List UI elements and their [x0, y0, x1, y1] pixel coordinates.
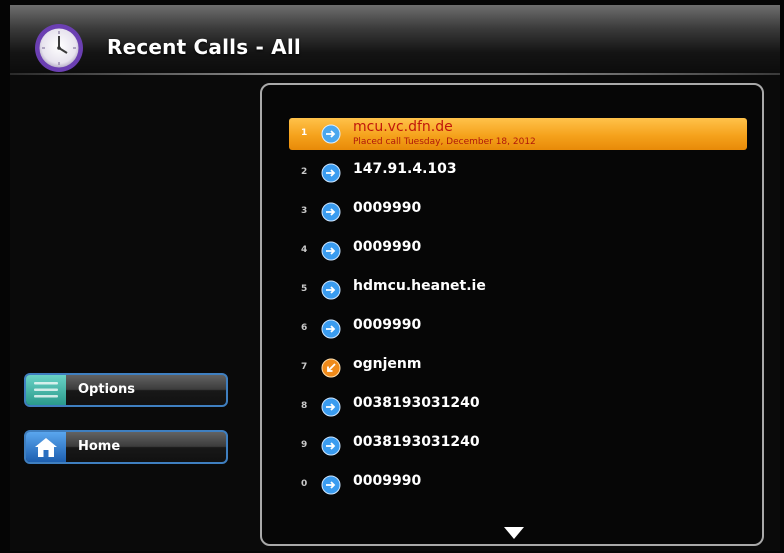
call-index: 8 — [301, 401, 308, 411]
call-name: 0009990 — [353, 239, 422, 255]
outgoing-call-icon — [321, 319, 341, 339]
outgoing-call-icon — [321, 475, 341, 495]
call-detail: Placed call Tuesday, December 18, 2012 — [353, 137, 536, 147]
page-title: Recent Calls - All — [107, 35, 301, 59]
call-row-1[interactable]: 1 mcu.vc.dfn.de Placed call Tuesday, Dec… — [289, 118, 747, 150]
call-index: 4 — [301, 245, 308, 255]
options-button-label: Options — [78, 382, 135, 397]
call-row-5[interactable]: 5 hdmcu.heanet.ie — [289, 274, 747, 306]
call-name: mcu.vc.dfn.de — [353, 119, 453, 135]
call-index: 5 — [301, 284, 308, 294]
call-index: 6 — [301, 323, 308, 333]
header-bar: Recent Calls - All — [10, 5, 780, 73]
outgoing-call-icon — [321, 163, 341, 183]
outgoing-call-icon — [321, 280, 341, 300]
recent-calls-list[interactable]: 1 mcu.vc.dfn.de Placed call Tuesday, Dec… — [260, 83, 764, 546]
call-row-7[interactable]: 7 ognjenm — [289, 352, 747, 384]
call-name: 147.91.4.103 — [353, 161, 457, 177]
call-index: 0 — [301, 479, 308, 489]
outgoing-call-icon — [321, 436, 341, 456]
clock-icon — [35, 24, 83, 72]
call-row-8[interactable]: 8 0038193031240 — [289, 391, 747, 423]
call-index: 2 — [301, 167, 308, 177]
home-button[interactable]: Home — [24, 430, 228, 464]
call-name: 0009990 — [353, 317, 422, 333]
outgoing-call-icon — [321, 124, 341, 144]
header-divider — [10, 73, 780, 75]
call-index: 1 — [301, 128, 308, 138]
call-index: 7 — [301, 362, 308, 372]
outgoing-call-icon — [321, 397, 341, 417]
outgoing-call-icon — [321, 202, 341, 222]
call-index: 3 — [301, 206, 308, 216]
scroll-down-arrow-icon[interactable] — [504, 527, 524, 539]
screen: Recent Calls - All Options Home 1 mcu.vc… — [10, 5, 780, 551]
call-name: 0009990 — [353, 473, 422, 489]
call-row-10[interactable]: 0 0009990 — [289, 469, 747, 501]
outgoing-call-icon — [321, 241, 341, 261]
options-list-icon — [26, 375, 66, 405]
call-row-9[interactable]: 9 0038193031240 — [289, 430, 747, 462]
call-index: 9 — [301, 440, 308, 450]
call-name: ognjenm — [353, 356, 422, 372]
options-button[interactable]: Options — [24, 373, 228, 407]
call-row-2[interactable]: 2 147.91.4.103 — [289, 157, 747, 189]
missed-call-icon — [321, 358, 341, 378]
call-name: 0038193031240 — [353, 434, 480, 450]
home-button-label: Home — [78, 439, 121, 454]
call-list-rows: 1 mcu.vc.dfn.de Placed call Tuesday, Dec… — [262, 85, 762, 544]
call-row-6[interactable]: 6 0009990 — [289, 313, 747, 345]
home-icon — [26, 432, 66, 462]
call-name: 0009990 — [353, 200, 422, 216]
call-name: hdmcu.heanet.ie — [353, 278, 486, 294]
call-row-3[interactable]: 3 0009990 — [289, 196, 747, 228]
call-row-4[interactable]: 4 0009990 — [289, 235, 747, 267]
call-name: 0038193031240 — [353, 395, 480, 411]
